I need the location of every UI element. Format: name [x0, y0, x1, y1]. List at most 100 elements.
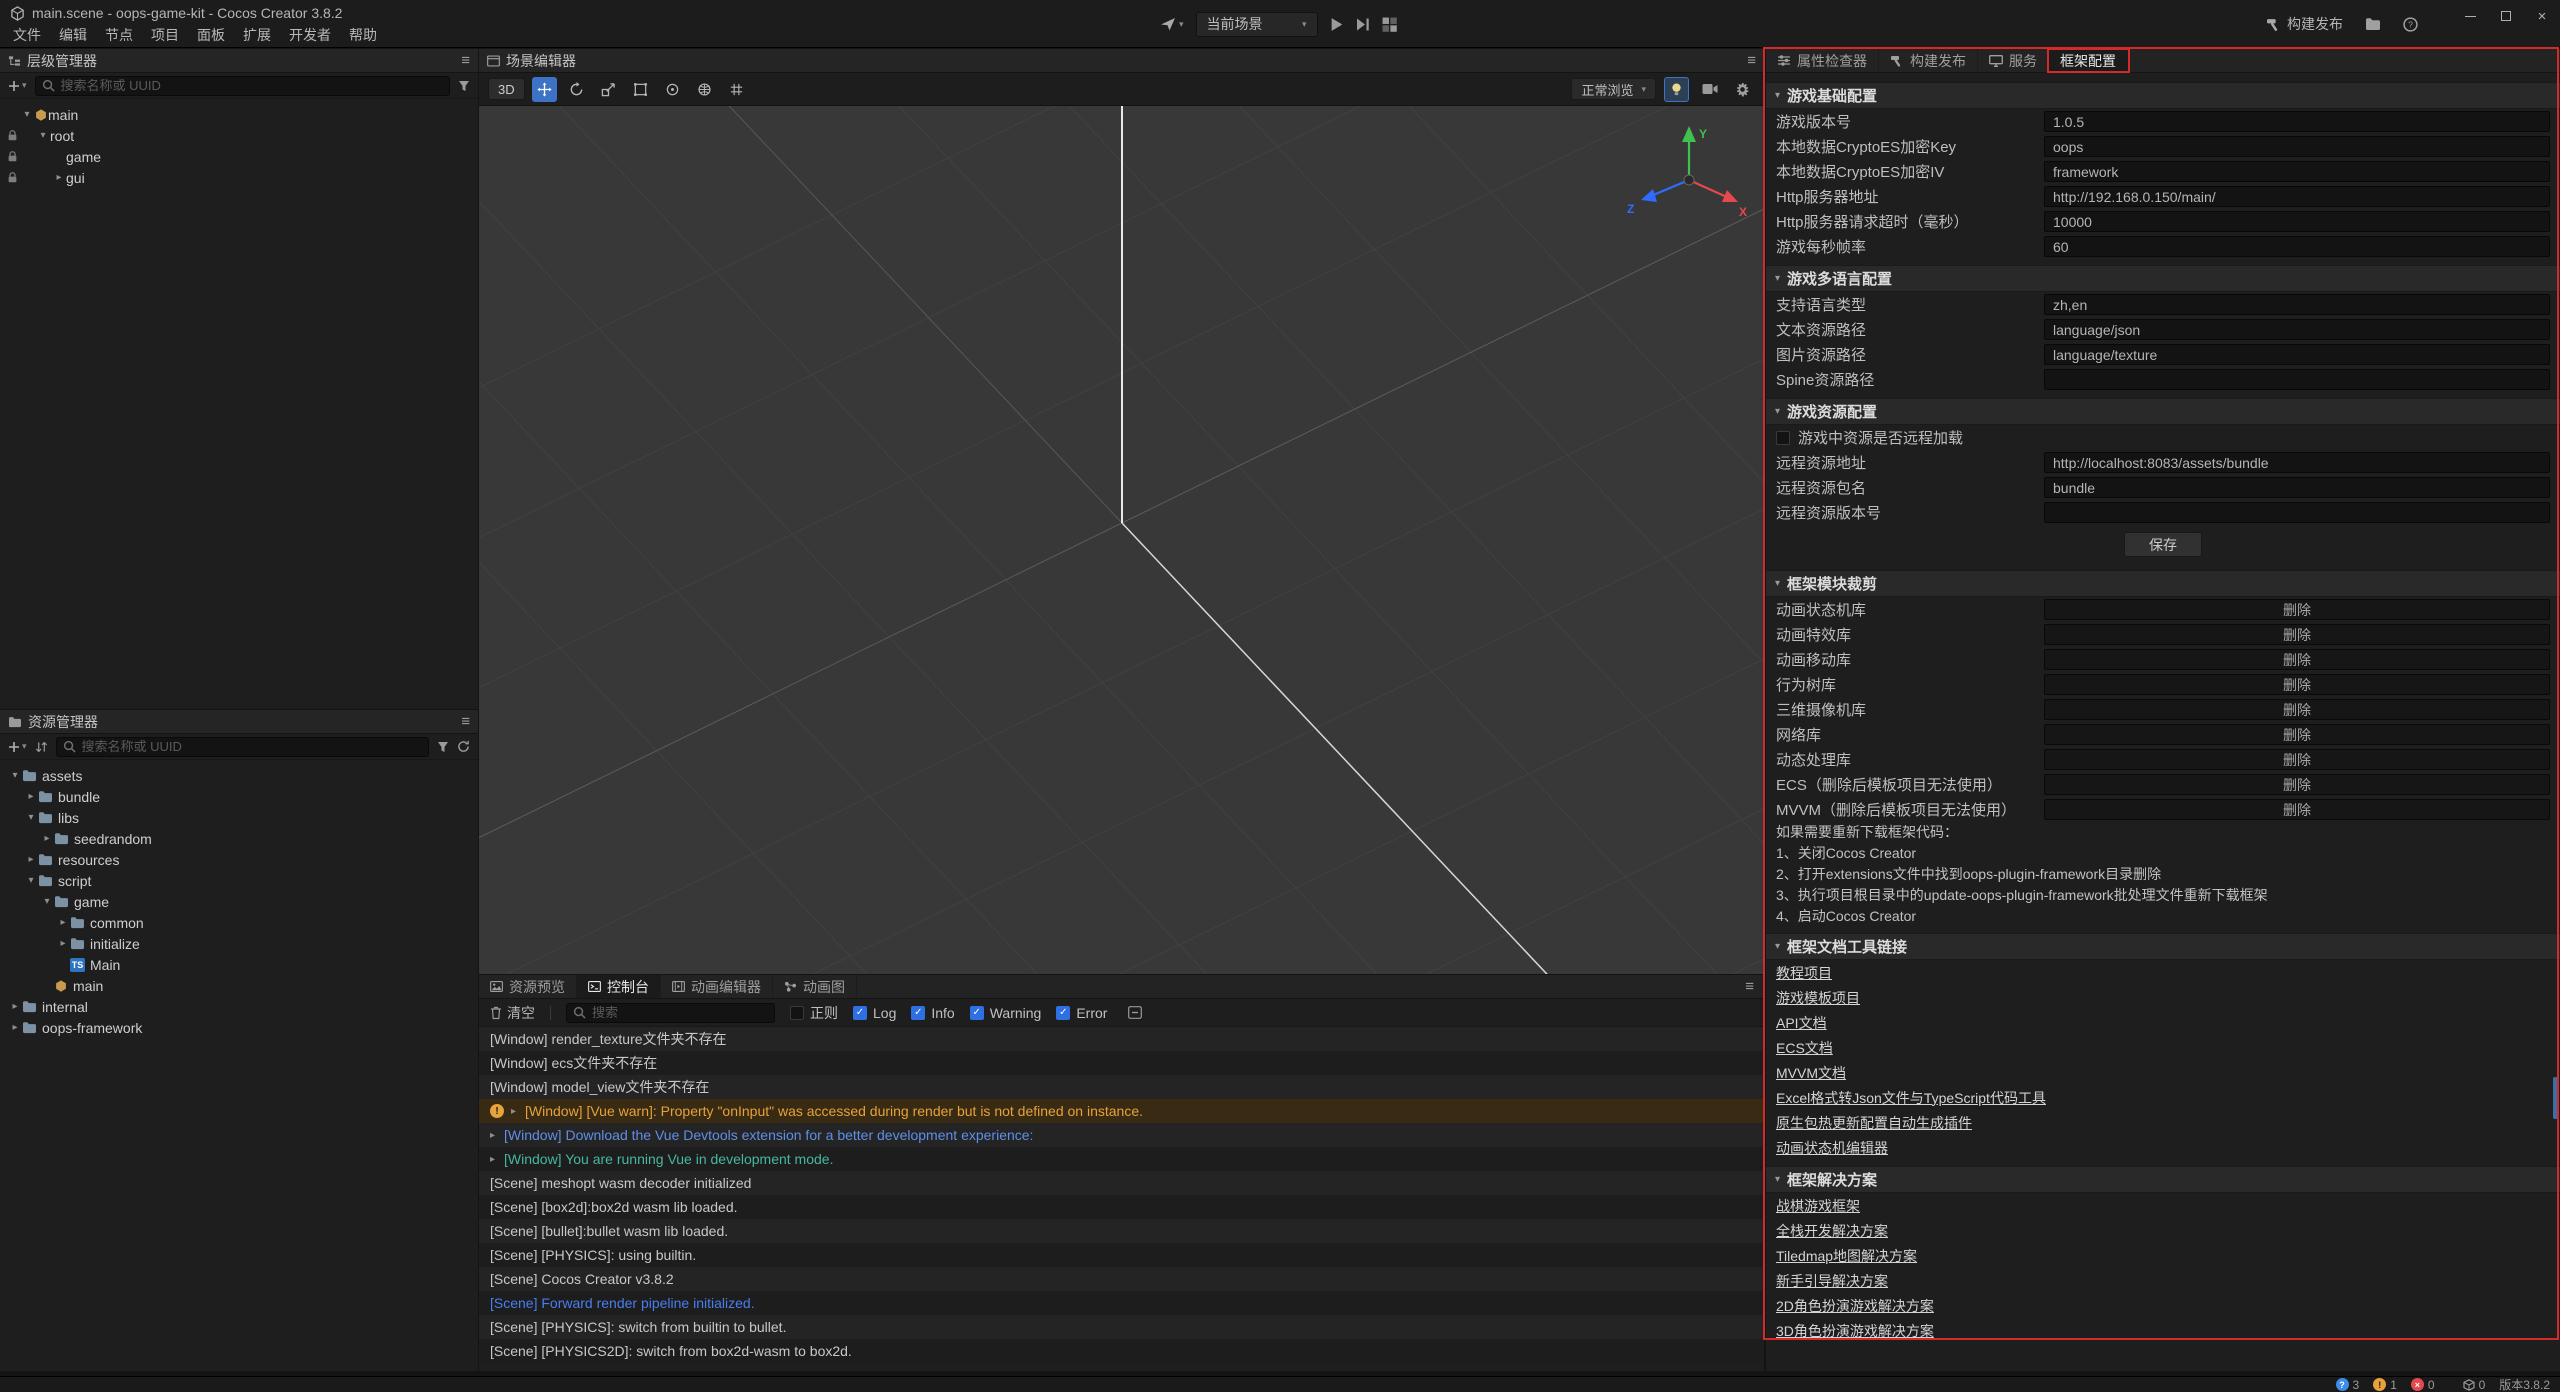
filter-info-checkbox[interactable]: ✓Info	[911, 1005, 954, 1021]
input-spine-path[interactable]	[2044, 369, 2550, 390]
console-search[interactable]	[566, 1003, 775, 1023]
create-node-button[interactable]: ▾	[8, 80, 27, 92]
link-animator-editor[interactable]: 动画状态机编辑器	[1776, 1138, 1888, 1158]
expand-arrow-icon[interactable]: ▸	[24, 854, 38, 865]
expand-arrow-icon[interactable]: ▸	[56, 917, 70, 928]
message-count-badge[interactable]: ? 3	[2336, 1378, 2360, 1392]
tab-console[interactable]: 控制台	[577, 975, 661, 998]
asset-node-internal[interactable]: ▸internal	[0, 996, 478, 1017]
asset-node-main[interactable]: main	[0, 975, 478, 996]
assets-search[interactable]	[56, 737, 429, 757]
delete-button-effect[interactable]: 删除	[2044, 624, 2550, 645]
rotate-tool-button[interactable]	[564, 77, 589, 102]
error-count-badge[interactable]: × 0	[2411, 1378, 2435, 1392]
hierarchy-search-input[interactable]	[61, 78, 443, 93]
link-tiledmap[interactable]: Tiledmap地图解决方案	[1776, 1246, 1917, 1266]
input-http-server[interactable]	[2044, 186, 2550, 207]
scene-menu-button[interactable]: ≡	[1747, 52, 1756, 69]
section-header[interactable]: ▾游戏基础配置	[1766, 82, 2560, 109]
delete-button-queue[interactable]: 删除	[2044, 749, 2550, 770]
input-crypto-key[interactable]	[2044, 136, 2550, 157]
link-ecs-doc[interactable]: ECS文档	[1776, 1038, 1833, 1058]
move-tool-button[interactable]	[532, 77, 557, 102]
inspector-tab-2[interactable]: 服务	[1978, 49, 2049, 72]
input-crypto-iv[interactable]	[2044, 161, 2550, 182]
input-http-timeout[interactable]	[2044, 211, 2550, 232]
asset-node-assets[interactable]: ▾assets	[0, 765, 478, 786]
world-local-button[interactable]	[692, 77, 717, 102]
section-header[interactable]: ▾框架解决方案	[1766, 1166, 2560, 1193]
link-hotupdate-plugin[interactable]: 原生包热更新配置自动生成插件	[1776, 1113, 1972, 1133]
inspector-tab-3[interactable]: 框架配置	[2049, 49, 2128, 72]
asset-node-resources[interactable]: ▸resources	[0, 849, 478, 870]
inspector-tab-0[interactable]: 属性检查器	[1766, 49, 1879, 72]
asset-node-common[interactable]: ▸common	[0, 912, 478, 933]
delete-button-network[interactable]: 删除	[2044, 724, 2550, 745]
minimize-button[interactable]	[2452, 0, 2488, 32]
console-log-row[interactable]: ▸[Window] Download the Vue Devtools exte…	[479, 1123, 1764, 1147]
console-log-row[interactable]: ▸[Window] You are running Vue in develop…	[479, 1147, 1764, 1171]
scene-settings-button[interactable]	[1730, 77, 1755, 102]
console-search-input[interactable]	[592, 1005, 768, 1020]
assets-search-input[interactable]	[82, 739, 422, 754]
link-template[interactable]: 游戏模板项目	[1776, 988, 1860, 1008]
orientation-gizmo[interactable]: Y X Z	[1619, 118, 1759, 238]
filter-error-checkbox[interactable]: ✓Error	[1056, 1005, 1107, 1021]
sort-icon[interactable]	[35, 741, 48, 753]
input-game-version[interactable]	[2044, 111, 2550, 132]
maximize-button[interactable]	[2488, 0, 2524, 32]
filter-warning-checkbox[interactable]: ✓Warning	[970, 1005, 1042, 1021]
help-button[interactable]: ?	[2403, 17, 2418, 32]
console-log-row[interactable]: !▸[Window] [Vue warn]: Property "onInput…	[479, 1099, 1764, 1123]
close-button[interactable]: ×	[2524, 0, 2560, 32]
menu-item[interactable]: 项目	[142, 25, 188, 45]
tab-animgraph[interactable]: 动画图	[773, 975, 857, 998]
pivot-tool-button[interactable]	[660, 77, 685, 102]
view-mode-dropdown[interactable]: 正常浏览 ▾	[1571, 78, 1656, 100]
expand-arrow-icon[interactable]: ▸	[8, 1001, 22, 1012]
input-languages[interactable]	[2044, 294, 2550, 315]
expand-arrow-icon[interactable]: ▸	[52, 172, 66, 183]
input-remote-bundle[interactable]	[2044, 477, 2550, 498]
asset-node-Main[interactable]: TSMain	[0, 954, 478, 975]
asset-node-script[interactable]: ▾script	[0, 870, 478, 891]
link-wargame[interactable]: 战棋游戏框架	[1776, 1196, 1860, 1216]
delete-button-move[interactable]: 删除	[2044, 649, 2550, 670]
input-remote-url[interactable]	[2044, 452, 2550, 473]
filter-icon[interactable]	[458, 80, 470, 92]
expand-arrow-icon[interactable]: ▸	[40, 833, 54, 844]
mode-3d-button[interactable]: 3D	[488, 78, 525, 100]
hierarchy-menu-button[interactable]: ≡	[461, 52, 470, 69]
delete-button-animator[interactable]: 删除	[2044, 599, 2550, 620]
section-header[interactable]: ▾游戏资源配置	[1766, 398, 2560, 425]
menu-item[interactable]: 编辑	[50, 25, 96, 45]
open-project-folder-button[interactable]	[2365, 17, 2381, 31]
tab-animeditor[interactable]: 动画编辑器	[661, 975, 773, 998]
tab-preview[interactable]: 资源预览	[479, 975, 577, 998]
play-button[interactable]	[1330, 17, 1344, 32]
scene-viewport[interactable]: Y X Z	[479, 106, 1764, 974]
hierarchy-node-root[interactable]: ▾root	[0, 125, 478, 146]
save-button[interactable]: 保存	[2124, 532, 2202, 557]
section-header[interactable]: ▾游戏多语言配置	[1766, 265, 2560, 292]
lighting-toggle-button[interactable]	[1664, 77, 1689, 102]
filter-icon[interactable]	[437, 741, 449, 753]
collapse-logs-button[interactable]	[1128, 1006, 1142, 1019]
asset-node-bundle[interactable]: ▸bundle	[0, 786, 478, 807]
delete-button-mvvm[interactable]: 删除	[2044, 799, 2550, 820]
link-excel-tool[interactable]: Excel格式转Json文件与TypeScript代码工具	[1776, 1088, 2046, 1108]
asset-node-oops-framework[interactable]: ▸oops-framework	[0, 1017, 478, 1038]
menu-item[interactable]: 扩展	[234, 25, 280, 45]
step-button[interactable]	[1356, 17, 1370, 32]
input-texture-path[interactable]	[2044, 344, 2550, 365]
expand-arrow-icon[interactable]: ▾	[8, 770, 22, 781]
asset-node-initialize[interactable]: ▸initialize	[0, 933, 478, 954]
section-header[interactable]: ▾框架文档工具链接	[1766, 933, 2560, 960]
refresh-icon[interactable]	[457, 740, 470, 753]
hierarchy-node-main[interactable]: ▾main	[0, 104, 478, 125]
asset-node-seedrandom[interactable]: ▸seedrandom	[0, 828, 478, 849]
assets-menu-button[interactable]: ≡	[461, 713, 470, 730]
input-fps[interactable]	[2044, 236, 2550, 257]
hierarchy-node-gui[interactable]: ▸gui	[0, 167, 478, 188]
link-rpg3d[interactable]: 3D角色扮演游戏解决方案	[1776, 1321, 1934, 1341]
